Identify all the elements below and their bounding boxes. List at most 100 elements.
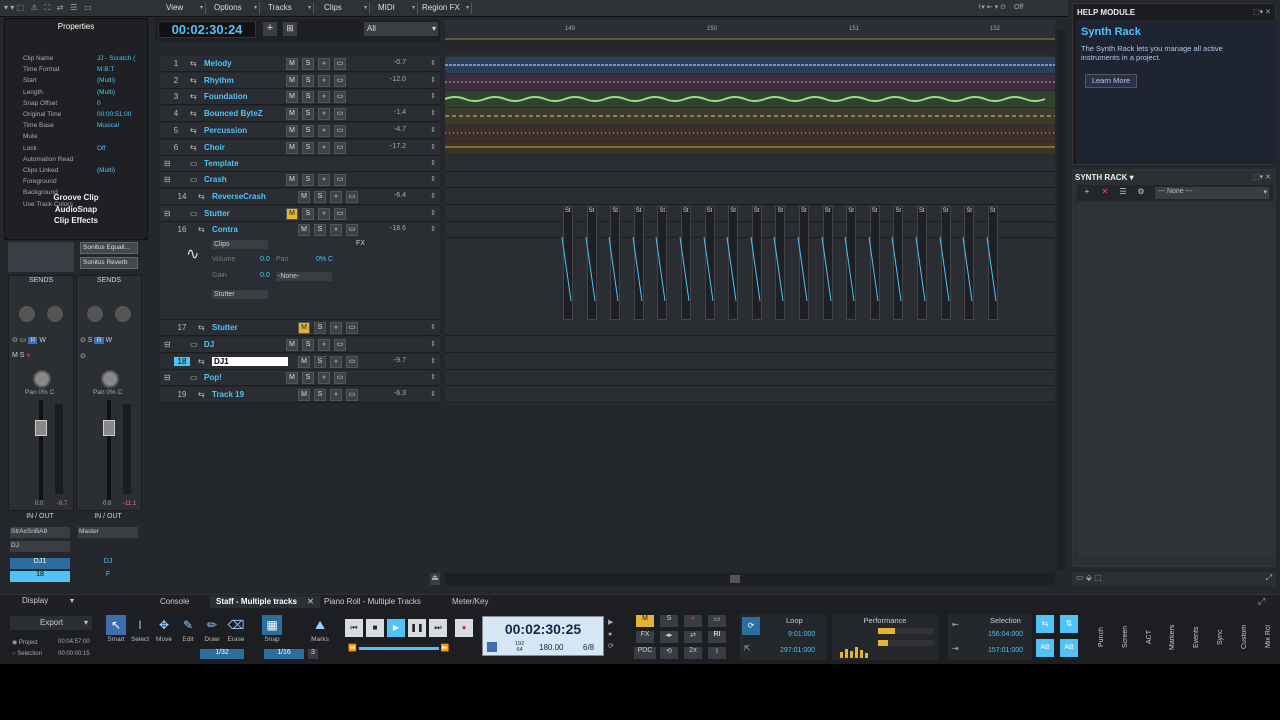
track-volume[interactable]: -12.0	[390, 76, 406, 83]
gain-label[interactable]: Gain	[212, 272, 227, 279]
vertical-scrollbar[interactable]	[1057, 30, 1065, 570]
mute-button[interactable]: M	[286, 58, 298, 70]
stutter-clip[interactable]: St	[844, 206, 859, 320]
scrub-slider[interactable]: ⏪ ⏩	[348, 644, 472, 654]
arm-button[interactable]: ●	[330, 191, 342, 203]
strip-buttons[interactable]: ⊙ S R W	[80, 336, 138, 347]
input-echo-button[interactable]: ▭	[346, 191, 358, 203]
track-menu-icon[interactable]: ⇕	[430, 59, 436, 67]
expand-icon[interactable]: ⤢	[1266, 573, 1272, 583]
track-menu-icon[interactable]: ⇕	[430, 109, 436, 117]
stutter-clip[interactable]: St	[891, 206, 906, 320]
arm-button[interactable]: ●	[330, 224, 342, 236]
property-value[interactable]: (Multi)	[97, 77, 115, 84]
snap-duration-select[interactable]: 1/32	[200, 649, 244, 659]
solo-button[interactable]: S	[314, 389, 326, 401]
double-speed-button[interactable]: 2x	[684, 647, 702, 659]
arm-button[interactable]: ●	[318, 339, 330, 351]
send-knob[interactable]	[47, 306, 63, 322]
volume-value[interactable]: 0.0	[260, 256, 270, 263]
horizontal-scrollbar[interactable]	[445, 573, 1055, 585]
property-value[interactable]: 0	[97, 100, 101, 107]
input-echo-button[interactable]: ▭	[346, 356, 358, 368]
stutter-clip[interactable]: St	[679, 206, 694, 320]
strip-ms[interactable]: M S ●	[12, 352, 70, 363]
property-value[interactable]: JJ - Scratch (	[97, 55, 135, 62]
rewind-icon[interactable]: ⏮	[345, 619, 363, 637]
track-filter-select[interactable]: All ▾	[364, 22, 438, 36]
track-row[interactable]: 3 ⇆ Foundation M S ● ▭ ⇕	[160, 89, 440, 106]
groove-clip-section[interactable]: Groove Clip	[5, 193, 147, 202]
meter-value[interactable]: 6/8	[583, 643, 594, 652]
solo-button[interactable]: S	[314, 224, 326, 236]
transport-side-icons[interactable]: ▶ ● ⟳	[608, 617, 618, 653]
panel-controls-icon[interactable]: ⬚▾ ✕	[1253, 8, 1271, 16]
folder-template[interactable]: ▭ ⊟ Template ⇕	[160, 156, 440, 172]
clips-select[interactable]: Clips	[212, 240, 268, 249]
track-row[interactable]: 2 ⇆ Rhythm M S ● ▭ -12.0 ⇕	[160, 72, 440, 89]
draw-tool-icon[interactable]: ✏	[202, 615, 222, 635]
track-name[interactable]: DJ1	[212, 357, 288, 366]
pdc-button[interactable]: PDC	[634, 647, 656, 659]
track-menu-icon[interactable]: ⇕	[430, 340, 436, 348]
strip-name[interactable]: DJ1	[10, 558, 70, 569]
track-menu-icon[interactable]: ⇕	[430, 209, 436, 217]
track-menu-icon[interactable]: ⇕	[430, 357, 436, 365]
input-echo-button[interactable]: ▭	[346, 389, 358, 401]
track-menu-icon[interactable]: ⇕	[430, 390, 436, 398]
pan-knob[interactable]	[33, 370, 51, 388]
snap-grid-icon[interactable]: ▦	[262, 615, 282, 635]
track-row[interactable]: 5 ⇆ Percussion M S ● ▭ -4.7 ⇕	[160, 122, 440, 139]
side-tab[interactable]: Screen	[1122, 613, 1132, 661]
solo-button[interactable]: S	[314, 322, 326, 334]
track-name[interactable]: Choir	[204, 143, 225, 152]
mute-button[interactable]: M	[298, 389, 310, 401]
track-name[interactable]: Foundation	[204, 92, 248, 101]
snap-resolution-select[interactable]: 1/16	[264, 649, 304, 659]
folder-stutter[interactable]: ▭ ⊟ Stutter M S ● ▭ ⇕	[160, 206, 440, 222]
volume-fader[interactable]	[35, 420, 47, 436]
timeline-ruler[interactable]: 149 150 151 152	[445, 20, 1055, 40]
selection-end[interactable]: 157:01:000	[988, 647, 1023, 654]
project-radio[interactable]: ◉ Project	[12, 639, 38, 646]
track-menu-icon[interactable]: ⇕	[430, 159, 436, 167]
mute-button[interactable]: M	[286, 208, 298, 220]
solo-all-button[interactable]: S	[660, 615, 678, 627]
loop-range-icon[interactable]: ⇱	[744, 644, 758, 656]
folder-dj[interactable]: ▭ ⊟ DJ M S ● ▭ ⇕	[160, 337, 440, 353]
main-time-display[interactable]: 00:02:30:25 192 64 180.00 6/8	[482, 616, 604, 656]
stutter-clip[interactable]: St	[585, 206, 600, 320]
snap-off-toggle[interactable]: ⌇▾ ⇤ ▾ ⊙ Off	[978, 3, 1052, 14]
learn-more-button[interactable]: Learn More	[1085, 74, 1137, 88]
track-volume[interactable]: -6.3	[394, 390, 406, 397]
collapse-icon[interactable]: ⊟	[164, 340, 171, 349]
property-value[interactable]: Musical	[97, 122, 119, 129]
mute-button[interactable]: M	[286, 141, 298, 154]
lock-scroll-icon[interactable]: ⇅	[1060, 615, 1078, 633]
input-echo-button[interactable]: ▭	[334, 124, 346, 137]
track-menu-icon[interactable]: ⇕	[430, 92, 436, 100]
smart-tool-icon[interactable]: ↖	[106, 615, 126, 635]
mute-button[interactable]: M	[286, 124, 298, 137]
track-row-contra[interactable]: 16 ⇆ Contra M S ● ▭ -18.6 ⇕ Clips FX Volume 0.0 Pan 0%…	[160, 222, 440, 320]
expand-icon[interactable]: ⤢	[1258, 596, 1265, 607]
mute-button[interactable]: M	[298, 356, 310, 368]
solo-button[interactable]: S	[302, 108, 314, 121]
stutter-clip[interactable]: St	[962, 206, 977, 320]
arm-button[interactable]: ●	[318, 372, 330, 384]
track-menu-icon[interactable]: ⇕	[430, 175, 436, 183]
track-menu-icon[interactable]: ⇕	[430, 76, 436, 84]
marks-icon[interactable]: ⛰	[310, 615, 330, 635]
menu-view[interactable]: View ▾	[162, 2, 206, 14]
input-select[interactable]: -None-	[276, 272, 332, 281]
clip-effects-section[interactable]: Clip Effects	[5, 216, 147, 225]
arm-button[interactable]: ●	[330, 389, 342, 401]
track-name[interactable]: Track 19	[212, 390, 244, 399]
strip2-fx-equalizer[interactable]: Sonitus Equali...	[80, 242, 138, 254]
track-name[interactable]: Stutter	[212, 323, 238, 332]
stop-icon[interactable]: ■	[366, 619, 384, 637]
track-volume[interactable]: -18.6	[390, 225, 406, 232]
track-menu-icon[interactable]: ⇕	[430, 143, 436, 151]
mute-button[interactable]: M	[298, 224, 310, 236]
track-lane[interactable]	[445, 156, 1055, 172]
